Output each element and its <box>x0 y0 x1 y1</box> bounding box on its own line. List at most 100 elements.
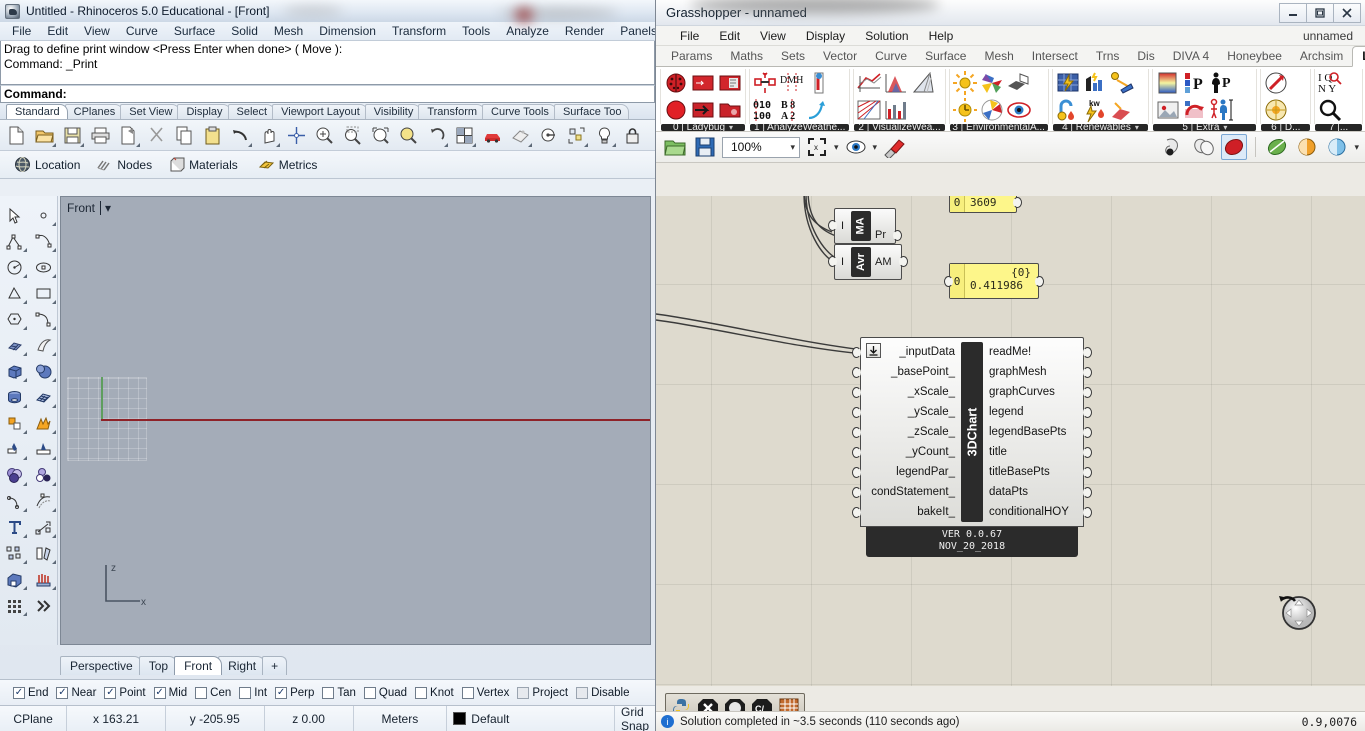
gh-menu-display[interactable]: Display <box>796 27 855 45</box>
osnap-end-checkbox[interactable]: ✓ <box>13 686 25 699</box>
ribbon-group-2-label[interactable]: 2 | VisualizeWea... <box>854 124 945 131</box>
osnap-perp-checkbox[interactable]: ✓ <box>275 686 288 699</box>
zoom-level-select[interactable]: 100% ▾ <box>722 136 800 158</box>
viewport-tab-front[interactable]: Front <box>174 656 223 675</box>
ribbon-group-1-label[interactable]: 1 | AnalyzeWeathe... <box>750 124 850 131</box>
text-tool[interactable] <box>0 514 29 540</box>
ribbon-tab-intersect[interactable]: Intersect <box>1023 47 1087 66</box>
ribbon-tab-trns[interactable]: Trns <box>1087 47 1129 66</box>
kw-energy-icon[interactable]: kw <box>1082 97 1108 123</box>
analysis-period-icon[interactable] <box>752 70 778 96</box>
profiler-button[interactable] <box>1191 134 1217 160</box>
rhino-menu-render[interactable]: Render <box>557 22 612 40</box>
zoom-extents-button[interactable]: x <box>804 134 830 160</box>
color-range-icon[interactable]: P <box>1182 70 1208 96</box>
energy-generation-icon[interactable] <box>1082 70 1108 96</box>
transparent-preview-button[interactable] <box>1324 134 1350 160</box>
rhino-menu-surface[interactable]: Surface <box>166 22 223 40</box>
osnap-point[interactable]: ✓ Point <box>101 686 148 699</box>
osnap-quad[interactable]: Quad <box>361 686 410 699</box>
3dchart-input-xscale[interactable]: _xScale_ <box>852 382 955 402</box>
recolour-mesh-icon[interactable] <box>1182 97 1208 123</box>
ribbon-tab-dis[interactable]: Dis <box>1128 47 1163 66</box>
3dchart-output-titlebasepts[interactable]: titleBasePts <box>989 462 1092 482</box>
layer-button[interactable] <box>535 122 561 148</box>
chevron-down-icon-4[interactable]: ▾ <box>1135 124 1139 131</box>
ribbon-group-4-label[interactable]: 4 | Renewables ▾ <box>1052 124 1149 131</box>
osnap-disable-checkbox[interactable] <box>576 686 589 699</box>
rhino-tab-curve-tools[interactable]: Curve Tools <box>482 104 557 119</box>
loft-tool[interactable] <box>29 332 58 358</box>
export-button[interactable] <box>115 122 141 148</box>
osnap-perp[interactable]: ✓ Perp <box>272 686 317 699</box>
sunlight-hours-icon[interactable] <box>952 97 978 123</box>
paste-button[interactable] <box>199 122 225 148</box>
rhino-tab-standard[interactable]: Standard <box>6 104 68 119</box>
osnap-end[interactable]: ✓ End <box>10 686 51 699</box>
osnap-knot[interactable]: Knot <box>412 686 457 699</box>
binary-decimal-icon[interactable]: 010 100 <box>752 97 778 123</box>
panel-item-location[interactable]: Location <box>8 154 86 175</box>
ellipse-tool[interactable] <box>29 254 58 280</box>
gh-menu-view[interactable]: View <box>750 27 796 45</box>
avr-input-nub[interactable] <box>828 256 837 267</box>
sketch-tool-button[interactable] <box>1161 134 1187 160</box>
bar-chart-icon[interactable] <box>883 97 909 123</box>
gh-menu-file[interactable]: File <box>670 27 709 45</box>
open-file-button[interactable] <box>31 122 57 148</box>
sun-shades-icon[interactable] <box>1109 70 1135 96</box>
undo-button[interactable] <box>227 122 253 148</box>
3dchart-input-yscale[interactable]: _yScale_ <box>852 402 955 422</box>
curve-arrow-icon[interactable] <box>806 97 832 123</box>
ribbon-group-6-label[interactable]: 6 | D... <box>1261 124 1311 131</box>
status-cplane[interactable]: CPlane <box>0 706 68 731</box>
view-analysis-icon[interactable] <box>1006 70 1032 96</box>
osnap-cen[interactable]: Cen <box>192 686 234 699</box>
new-file-button[interactable] <box>3 122 29 148</box>
legend-gradient-icon[interactable] <box>1155 70 1181 96</box>
rhino-tab-visibility[interactable]: Visibility <box>364 104 422 119</box>
dmh-icon[interactable]: DMH <box>779 70 805 96</box>
boolean-difference-tool[interactable] <box>29 462 58 488</box>
panel-average-out-nub[interactable] <box>1035 276 1044 287</box>
move-button[interactable] <box>283 122 309 148</box>
avr-output-nub[interactable] <box>899 256 908 267</box>
rhino-tab-viewport-layout[interactable]: Viewport Layout <box>272 104 368 119</box>
close-button[interactable] <box>1333 2 1361 23</box>
select-arrow-tool[interactable] <box>0 202 29 228</box>
render-button[interactable] <box>479 122 505 148</box>
ma-output-nub[interactable] <box>893 230 902 241</box>
group-tool[interactable] <box>0 540 29 566</box>
grasshopper-canvas[interactable]: I MA xPr I Avr AM 0 3609 <box>656 196 1365 686</box>
3dchart-output-readme[interactable]: readMe! <box>989 342 1092 362</box>
boolean-union-tool[interactable] <box>0 462 29 488</box>
dimension-tool[interactable] <box>29 514 58 540</box>
osnap-int[interactable]: Int <box>236 686 270 699</box>
preview-toggle-button[interactable] <box>843 134 869 160</box>
chevron-down-icon-zoom[interactable]: ▾ <box>790 142 795 153</box>
status-grid-snap[interactable]: Grid Snap <box>615 705 655 731</box>
compass-north-icon[interactable] <box>1263 70 1289 96</box>
panel-3609-nub[interactable] <box>1013 197 1022 208</box>
mirror-tool[interactable] <box>29 540 58 566</box>
array-tool[interactable] <box>29 566 58 592</box>
zoom-window-button[interactable] <box>339 122 365 148</box>
panel-3609[interactable]: 0 3609 <box>949 196 1022 213</box>
rhino-tab-display[interactable]: Display <box>177 104 231 119</box>
circle-tool[interactable] <box>0 254 29 280</box>
ribbon-tab-maths[interactable]: Maths <box>721 47 772 66</box>
viewport-layout-button[interactable] <box>451 122 477 148</box>
gh-menu-solution[interactable]: Solution <box>855 27 918 45</box>
gh-menu-edit[interactable]: Edit <box>709 27 750 45</box>
osnap-near-checkbox[interactable]: ✓ <box>56 686 69 699</box>
rhino-viewport-front[interactable]: Front ▾ z x <box>60 196 651 645</box>
person-p-icon[interactable]: P <box>1209 70 1235 96</box>
extend-curve-tool[interactable] <box>0 488 29 514</box>
panel-item-nodes[interactable]: Nodes <box>90 154 158 175</box>
bake-button[interactable] <box>881 134 907 160</box>
panel-item-materials[interactable]: Materials <box>162 154 248 175</box>
viewport-tab-top[interactable]: Top <box>138 656 179 675</box>
3dchart-output-legendbasepts[interactable]: legendBasePts <box>989 422 1092 442</box>
point-tool[interactable] <box>29 202 58 228</box>
rhino-menu-analyze[interactable]: Analyze <box>498 22 557 40</box>
